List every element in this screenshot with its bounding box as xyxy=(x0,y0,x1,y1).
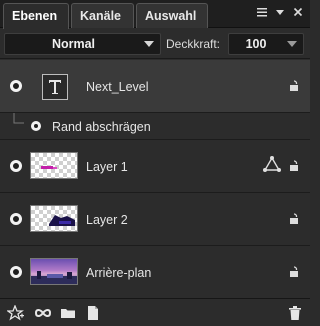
close-icon[interactable] xyxy=(292,6,304,21)
lock-icon[interactable] xyxy=(288,160,300,172)
menu-icon[interactable] xyxy=(256,6,268,21)
text-layer-icon xyxy=(42,74,68,100)
blend-mode-select[interactable]: Normal xyxy=(4,33,161,55)
mode-row: Normal Deckkraft: 100 xyxy=(0,29,310,59)
layer-row-layer-2[interactable]: Layer 2 xyxy=(0,193,310,246)
layer-list: Next_Level Rand abschrägen Layer 1 Layer… xyxy=(0,60,310,298)
layer-row-next-level[interactable]: Next_Level xyxy=(0,60,310,113)
panel-controls xyxy=(256,6,304,21)
shape-link-icon[interactable] xyxy=(262,155,282,173)
effect-row-rand-abschraegen[interactable]: Rand abschrägen xyxy=(0,113,310,140)
tab-auswahl[interactable]: Auswahl xyxy=(136,3,208,28)
tab-ebenen[interactable]: Ebenen xyxy=(3,3,69,29)
visibility-icon[interactable] xyxy=(10,213,22,225)
opacity-field[interactable]: 100 xyxy=(228,33,304,55)
opacity-label: Deckkraft: xyxy=(166,37,221,51)
effect-name: Rand abschrägen xyxy=(52,120,151,134)
layer-thumbnail xyxy=(30,258,78,285)
layer-thumbnail xyxy=(30,205,78,232)
layer-thumbnail xyxy=(30,152,78,179)
new-layer-icon[interactable] xyxy=(85,305,101,321)
layers-panel: Ebenen Kanäle Auswahl Normal Deckkraft: … xyxy=(0,0,310,326)
trash-icon[interactable] xyxy=(288,305,304,321)
effect-visibility-icon[interactable] xyxy=(31,121,41,131)
tab-kanaele[interactable]: Kanäle xyxy=(71,3,134,28)
link-icon[interactable] xyxy=(34,305,52,321)
tree-connector-icon xyxy=(13,113,24,124)
visibility-icon[interactable] xyxy=(10,266,22,278)
chevron-down-icon xyxy=(144,41,154,47)
layer-row-arriere-plan[interactable]: Arrière-plan xyxy=(0,246,310,298)
add-effect-icon[interactable] xyxy=(6,304,24,321)
layer-name: Arrière-plan xyxy=(86,266,152,280)
folder-icon[interactable] xyxy=(60,305,76,321)
chevron-down-icon xyxy=(287,41,297,47)
layer-row-layer-1[interactable]: Layer 1 xyxy=(0,140,310,193)
visibility-icon[interactable] xyxy=(10,80,22,92)
lock-icon[interactable] xyxy=(288,266,300,278)
layer-name: Layer 2 xyxy=(86,213,128,227)
dropdown-icon[interactable] xyxy=(274,6,286,21)
visibility-icon[interactable] xyxy=(10,160,22,172)
layer-toolbar xyxy=(0,298,310,326)
lock-icon[interactable] xyxy=(288,213,300,225)
blend-mode-value: Normal xyxy=(51,37,96,51)
tab-bar: Ebenen Kanäle Auswahl xyxy=(0,0,310,29)
lock-icon[interactable] xyxy=(288,80,300,92)
layer-name: Next_Level xyxy=(86,80,149,94)
layer-name: Layer 1 xyxy=(86,160,128,174)
opacity-value: 100 xyxy=(245,37,267,51)
